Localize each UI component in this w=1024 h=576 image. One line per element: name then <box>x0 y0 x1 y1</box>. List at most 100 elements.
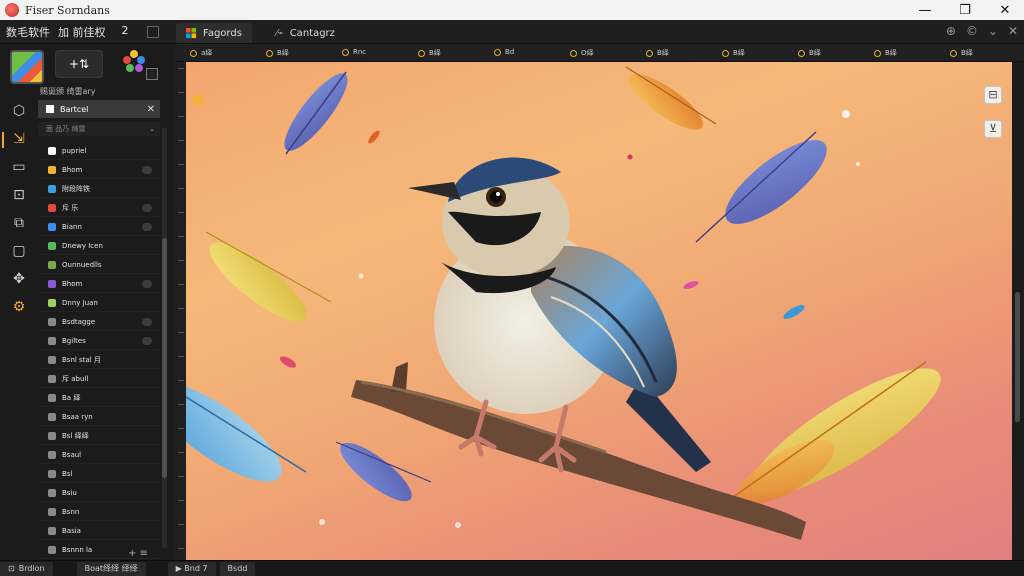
ruler-marker[interactable]: Rnc <box>342 48 366 56</box>
layer-item[interactable]: Ba 绎 <box>38 389 160 407</box>
add-icon[interactable]: ⊕ <box>946 24 956 38</box>
vertical-ruler <box>176 62 186 560</box>
marker-label: B绎 <box>429 49 441 57</box>
status-play[interactable]: ▶ Bnd 7 <box>167 561 216 576</box>
screen-tool-icon[interactable]: ▭ <box>10 158 28 176</box>
layer-visibility-toggle[interactable] <box>142 203 152 212</box>
menu-item-edit[interactable]: 加 前佳权 <box>58 24 106 40</box>
project-thumbnail[interactable] <box>10 50 44 84</box>
layer-item[interactable]: 附段阵铁 <box>38 180 160 198</box>
layer-item[interactable]: Bsnn <box>38 503 160 521</box>
ruler-tick <box>178 428 184 429</box>
layer-checkbox-icon[interactable] <box>46 105 54 113</box>
layer-filter-dropdown[interactable]: 面 品乃 绮雷 ⌄ <box>38 122 160 136</box>
layer-item[interactable]: Bhom <box>38 161 160 179</box>
layer-item[interactable]: 斥 abull <box>38 370 160 388</box>
copyright-icon[interactable]: © <box>966 24 978 38</box>
layer-visibility-toggle[interactable] <box>142 222 152 231</box>
selected-layer-label: Bartcel <box>60 104 89 114</box>
layer-footer-actions[interactable]: + ≡ <box>128 548 148 559</box>
status-extra[interactable]: Bsdd <box>219 561 256 576</box>
select-tool-icon[interactable]: ⬡ <box>10 102 28 120</box>
layer-label: 斥 abull <box>62 374 89 383</box>
layer-item[interactable]: Biann <box>38 218 160 236</box>
layer-label: Bsl 绎绎 <box>62 431 89 440</box>
status-info[interactable]: Boat绎绎 绎绎 <box>76 561 146 576</box>
tab-cantagrz[interactable]: ⁄⌁ Cantagrz <box>266 23 345 43</box>
network-tool-icon[interactable]: ✥ <box>10 270 28 288</box>
layer-visibility-toggle[interactable] <box>142 279 152 288</box>
layer-visibility-toggle[interactable] <box>142 317 152 326</box>
tab-fagords[interactable]: Fagords <box>176 23 252 43</box>
layer-item[interactable]: Ounnuedlls <box>38 256 160 274</box>
ruler-marker[interactable]: B绎 <box>418 48 441 58</box>
layer-panel-toggle-icon[interactable]: ⊟ <box>984 86 1002 104</box>
layer-label: Dnewy Icen <box>62 241 103 250</box>
layer-item[interactable]: Dnny Juan <box>38 294 160 312</box>
ruler-marker[interactable]: B绎 <box>266 48 289 58</box>
transform-tool-icon[interactable]: ⧉ <box>10 214 28 232</box>
chevron-down-icon[interactable]: ⌄ <box>988 24 998 38</box>
menu-item-file[interactable]: 数毛软件 <box>6 24 50 40</box>
layer-color-swatch <box>48 146 56 155</box>
layer-item[interactable]: Bsdtagge <box>38 313 160 331</box>
layer-item[interactable]: Bsl 绎绎 <box>38 427 160 445</box>
image-canvas[interactable]: ⊟ ⊻ <box>186 62 1012 560</box>
layer-item[interactable]: Bsaa ryn <box>38 408 160 426</box>
ruler-marker[interactable]: B绎 <box>722 48 745 58</box>
layer-scrollbar[interactable] <box>162 128 167 548</box>
monitor-tool-icon[interactable]: ▢ <box>10 242 28 260</box>
marker-dot-icon <box>950 49 957 57</box>
filter-toggle-icon[interactable]: ⊻ <box>984 120 1002 138</box>
layer-label: Ounnuedlls <box>62 260 102 269</box>
window-title: Fiser Sorndans <box>25 3 110 17</box>
crop-tool-icon[interactable]: ⊡ <box>10 186 28 204</box>
maximize-button[interactable]: ❐ <box>946 0 984 20</box>
close-icon[interactable]: ✕ <box>147 104 155 115</box>
ruler-tick <box>178 308 184 309</box>
layer-item[interactable]: 斥 乐 <box>38 199 160 217</box>
status-label: Brdion <box>18 564 45 573</box>
settings-tool-icon[interactable]: ⚙ <box>10 298 28 316</box>
layer-item[interactable]: Bsl <box>38 465 160 483</box>
layer-item[interactable]: Bhom <box>38 275 160 293</box>
ruler-marker[interactable]: B绎 <box>874 48 897 58</box>
layer-item[interactable]: pupriel <box>38 142 160 160</box>
layer-item[interactable]: Dnewy Icen <box>38 237 160 255</box>
ruler-tick <box>178 116 184 117</box>
move-tool-icon[interactable]: ⇲ <box>10 130 28 148</box>
palette-icon[interactable] <box>120 48 148 76</box>
ruler-marker[interactable]: O绎 <box>570 48 594 58</box>
add-layer-button[interactable]: +⇅ <box>55 50 103 78</box>
scrollbar-thumb[interactable] <box>1015 292 1020 422</box>
layer-item[interactable]: Bsnl stal 月 <box>38 351 160 369</box>
layer-item[interactable]: Basia <box>38 522 160 540</box>
layer-item[interactable]: Bsiu <box>38 484 160 502</box>
palette-options-button[interactable] <box>146 68 158 80</box>
menu-square-icon[interactable] <box>146 26 159 38</box>
status-left[interactable]: ⊡ Brdion <box>0 561 53 576</box>
tool-strip: ⬡ ⇲ ▭ ⊡ ⧉ ▢ ✥ ⚙ <box>0 100 36 560</box>
ruler-marker[interactable]: Bd <box>494 48 514 56</box>
selected-layer-row[interactable]: Bartcel ✕ <box>38 100 160 118</box>
layer-visibility-toggle[interactable] <box>142 165 152 174</box>
layer-item[interactable]: Bsaul <box>38 446 160 464</box>
minimize-button[interactable]: — <box>906 0 944 20</box>
ruler-marker[interactable]: B绎 <box>950 48 973 58</box>
ruler-tick <box>178 356 184 357</box>
right-scrollbar[interactable] <box>1012 62 1024 560</box>
feather-blue-left <box>186 382 307 482</box>
ruler-marker[interactable]: a绎 <box>190 48 212 58</box>
close-button[interactable]: ✕ <box>986 0 1024 20</box>
layer-item[interactable]: Bgiltes <box>38 332 160 350</box>
marker-label: B绎 <box>885 49 897 57</box>
layer-visibility-toggle[interactable] <box>142 336 152 345</box>
scrollbar-thumb[interactable] <box>162 238 167 478</box>
panel-close-icon[interactable]: ✕ <box>1008 24 1018 38</box>
ruler-marker[interactable]: B绎 <box>646 48 669 58</box>
marker-label: Rnc <box>353 48 367 56</box>
ruler-marker[interactable]: B绎 <box>798 48 821 58</box>
layer-color-swatch <box>48 450 56 459</box>
marker-label: Bd <box>505 48 515 56</box>
menu-count[interactable]: 2 <box>122 24 129 40</box>
